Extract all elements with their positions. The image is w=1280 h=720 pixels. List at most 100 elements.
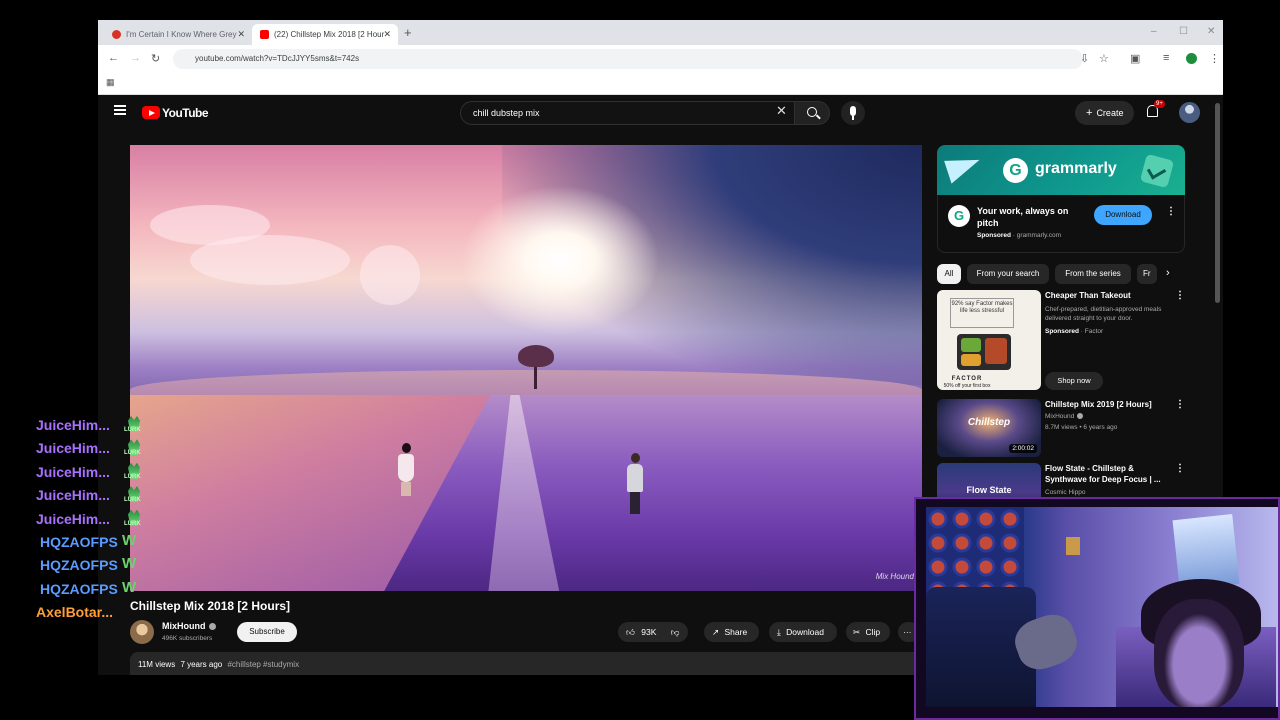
bookmarks-bar: ▦ [98, 73, 1223, 95]
w-emote-icon: W [122, 578, 137, 596]
rec-more-icon[interactable]: ⋮ [1175, 290, 1185, 301]
tab-youtube[interactable]: (22) Chillstep Mix 2018 [2 Hour ✕ [252, 24, 398, 45]
voice-search-icon[interactable] [841, 101, 865, 125]
create-button[interactable]: + Create [1075, 101, 1134, 125]
rec-title: Flow State - Chillstep & Synthwave for D… [1045, 464, 1161, 484]
address-bar[interactable]: youtube.com/watch?v=TDcJJYY5sms&t=742s [173, 49, 1083, 69]
meal-tray [957, 334, 1011, 370]
tab-label: (22) Chillstep Mix 2018 [2 Hour [274, 30, 385, 39]
account-avatar[interactable] [1179, 102, 1200, 123]
search-button[interactable] [794, 101, 830, 125]
cam-wall-item [1066, 537, 1080, 555]
lurk-emote-icon: LURK [124, 509, 144, 530]
tab-strip: I'm Certain I Know Where Grey ✕ (22) Chi… [98, 20, 1223, 45]
chat-message: HQZAOFPS W [36, 531, 156, 557]
search-input[interactable]: chill dubstep mix [460, 101, 794, 125]
tab-grey[interactable]: I'm Certain I Know Where Grey ✕ [104, 24, 252, 45]
rec-meta: 8.7M views • 6 years ago [1045, 424, 1118, 431]
forward-icon[interactable]: → [130, 52, 141, 64]
close-window-button[interactable]: ✕ [1207, 26, 1215, 37]
grammarly-logo-icon: G [1003, 158, 1028, 183]
chat-message: HQZAOFPS W [36, 555, 156, 580]
browser-menu-icon[interactable]: ⋮ [1209, 52, 1220, 65]
rec-channel: MixHound [1045, 413, 1084, 420]
profile-icon[interactable] [1186, 53, 1197, 64]
description-box[interactable]: 11M views 7 years ago #chillstep #studym… [130, 652, 922, 675]
shop-now-button[interactable]: Shop now [1045, 372, 1103, 390]
download-icon: ⤓ [777, 627, 781, 637]
apps-grid-icon[interactable]: ▦ [106, 77, 115, 88]
create-label: Create [1096, 108, 1124, 118]
chat-username[interactable]: JuiceHim... [36, 464, 110, 480]
ad-info[interactable]: G Your work, always on pitch Sponsored ·… [937, 195, 1185, 253]
factor-brand: FACTOR [951, 376, 983, 382]
chip-from-your-search[interactable]: From your search [967, 264, 1049, 284]
new-tab-button[interactable]: + [404, 25, 412, 40]
chat-username[interactable]: HQZAOFPS [40, 557, 118, 573]
chat-username[interactable]: JuiceHim... [36, 440, 110, 456]
rec-description: Chef-prepared, dietitian-approved meals … [1045, 306, 1162, 322]
ad-download-button[interactable]: Download [1094, 205, 1152, 225]
advertiser-name: Factor [1084, 328, 1104, 335]
bookmark-star-icon[interactable]: ☆ [1099, 52, 1109, 65]
install-icon[interactable]: ⇩ [1080, 52, 1089, 65]
rec-more-icon[interactable]: ⋮ [1175, 463, 1185, 474]
rec-more-icon[interactable]: ⋮ [1175, 399, 1185, 410]
like-count[interactable]: 93K [641, 627, 656, 637]
minimize-button[interactable]: – [1151, 26, 1157, 37]
ad-headline: Your work, always on pitch [977, 206, 1069, 228]
dislike-icon[interactable]: 👎︎ [671, 627, 680, 637]
thumb-text: Flow State [966, 485, 1012, 495]
video-cloud [360, 245, 420, 305]
clear-search-icon[interactable]: ✕ [776, 103, 787, 119]
download-button[interactable]: ⤓ Download [769, 622, 837, 642]
page-scrollbar[interactable] [1215, 103, 1220, 303]
lurk-emote-icon: LURK [124, 416, 144, 436]
chat-username[interactable]: JuiceHim... [36, 487, 110, 503]
recommendation-item[interactable]: Chillstep 2:00:02 Chillstep Mix 2019 [2 … [937, 399, 1185, 457]
like-dislike-group: 👍︎ 93K 👎︎ [618, 622, 688, 642]
chat-username[interactable]: HQZAOFPS [40, 581, 118, 597]
chat-username[interactable]: AxelBotar... [36, 604, 113, 620]
sponsored-label: Sponsored [1045, 328, 1079, 335]
sponsored-recommendation[interactable]: 92% say Factor makes life less stressful… [937, 290, 1185, 394]
media-icon[interactable]: ≡ [1163, 52, 1169, 64]
like-icon[interactable]: 👍︎ [626, 627, 635, 637]
w-emote-icon: W [122, 555, 137, 573]
video-player[interactable]: Mix Hound [130, 145, 922, 591]
rec-thumbnail: Chillstep 2:00:02 [937, 399, 1041, 457]
factor-offer: 50% off your first box [943, 383, 991, 389]
channel-name[interactable]: MixHound [162, 621, 216, 631]
sponsored-label: Sponsored [977, 232, 1011, 239]
ad-more-icon[interactable]: ⋮ [1166, 206, 1176, 217]
clip-button[interactable]: ✂ Clip [846, 622, 890, 642]
chevron-right-icon[interactable]: › [1166, 267, 1170, 279]
maximize-button[interactable]: ☐ [1179, 26, 1188, 37]
chip-from-the-series[interactable]: From the series [1055, 264, 1131, 284]
extensions-icon[interactable]: ▣ [1130, 52, 1140, 65]
w-emote-icon: W [122, 531, 137, 549]
chip-all[interactable]: All [937, 264, 961, 284]
back-icon[interactable]: ← [108, 52, 119, 64]
ad-banner[interactable]: G grammarly [937, 145, 1185, 195]
share-button[interactable]: ↗ Share [704, 622, 759, 642]
chip-partial[interactable]: Fr [1137, 264, 1157, 284]
close-icon[interactable]: ✕ [237, 29, 245, 40]
thumb-text: Chillstep [967, 417, 1011, 428]
hashtags[interactable]: #chillstep #studymix [227, 660, 299, 669]
chat-username[interactable]: HQZAOFPS [40, 534, 118, 550]
rec-title: Chillstep Mix 2019 [2 Hours] [1045, 400, 1152, 409]
recommendation-item[interactable]: Flow State Flow State - Chillstep & Synt… [937, 463, 1185, 497]
tab-favicon-icon [112, 30, 121, 39]
close-icon[interactable]: ✕ [383, 29, 391, 40]
youtube-wordmark[interactable]: YouTube [162, 106, 209, 120]
checkmark-badge-icon [1139, 153, 1175, 189]
hamburger-menu-icon[interactable] [114, 105, 126, 115]
yt-header: YouTube chill dubstep mix ✕ + Create 9+ [98, 95, 1223, 131]
chat-username[interactable]: JuiceHim... [36, 417, 110, 433]
lurk-emote-icon: LURK [124, 462, 144, 483]
youtube-logo-icon[interactable] [142, 106, 160, 119]
subscribe-button[interactable]: Subscribe [237, 622, 297, 642]
reload-icon[interactable]: ↻ [151, 52, 160, 65]
chat-username[interactable]: JuiceHim... [36, 511, 110, 527]
